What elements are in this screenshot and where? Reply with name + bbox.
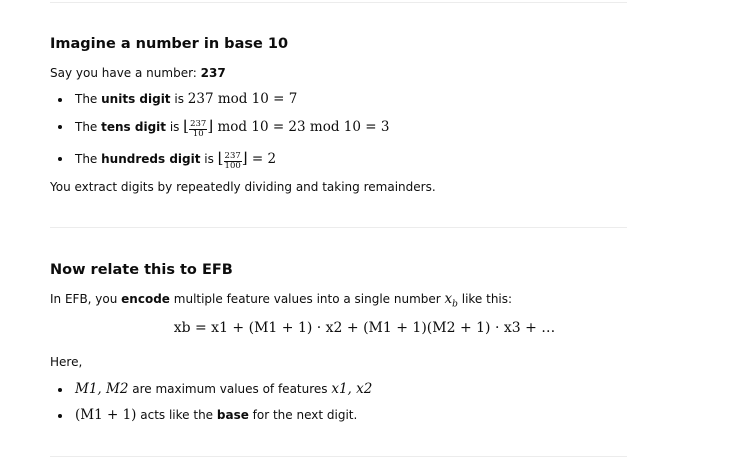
efb-list: M1, M2 are maximum values of features x1… [50,381,650,423]
xb-symbol: xb [444,291,458,310]
section-divider [50,227,627,228]
example-number: 237 [200,66,226,80]
units-formula: 237 mod 10 = 7 [187,91,298,107]
efb-intro: In EFB, you encode multiple feature valu… [50,291,513,310]
here-label: Here, [50,355,83,369]
list-item-units: The units digit is 237 mod 10 = 7 [50,91,650,107]
section-heading-base10: Imagine a number in base 10 [50,36,289,52]
efb-encoding-equation: xb = x1 + (M1 + 1) · x2 + (M1 + 1)(M2 + … [173,320,556,336]
bottom-divider [50,456,627,457]
extraction-summary: You extract digits by repeatedly dividin… [50,180,436,194]
digit-list: The units digit is 237 mod 10 = 7 The te… [50,91,650,171]
number-intro: Say you have a number: 237 [50,66,226,80]
tens-fraction: 237 10 [189,119,208,139]
list-item-tens: The tens digit is ⌊ 237 10 ⌋ mod 10 = 23 mo… [50,118,650,139]
list-item-max-values: M1, M2 are maximum values of features x1… [50,381,650,397]
top-divider [50,2,627,3]
tens-formula: mod 10 = 23 mod 10 = 3 [213,119,390,135]
hundreds-formula: = 2 [247,151,277,167]
section-heading-efb: Now relate this to EFB [50,262,233,278]
list-item-hundreds: The hundreds digit is ⌊ 237 100 ⌋ = 2 [50,150,650,171]
list-item-base: (M1 + 1) acts like the base for the next… [50,407,650,423]
hundreds-fraction: 237 100 [223,151,242,171]
